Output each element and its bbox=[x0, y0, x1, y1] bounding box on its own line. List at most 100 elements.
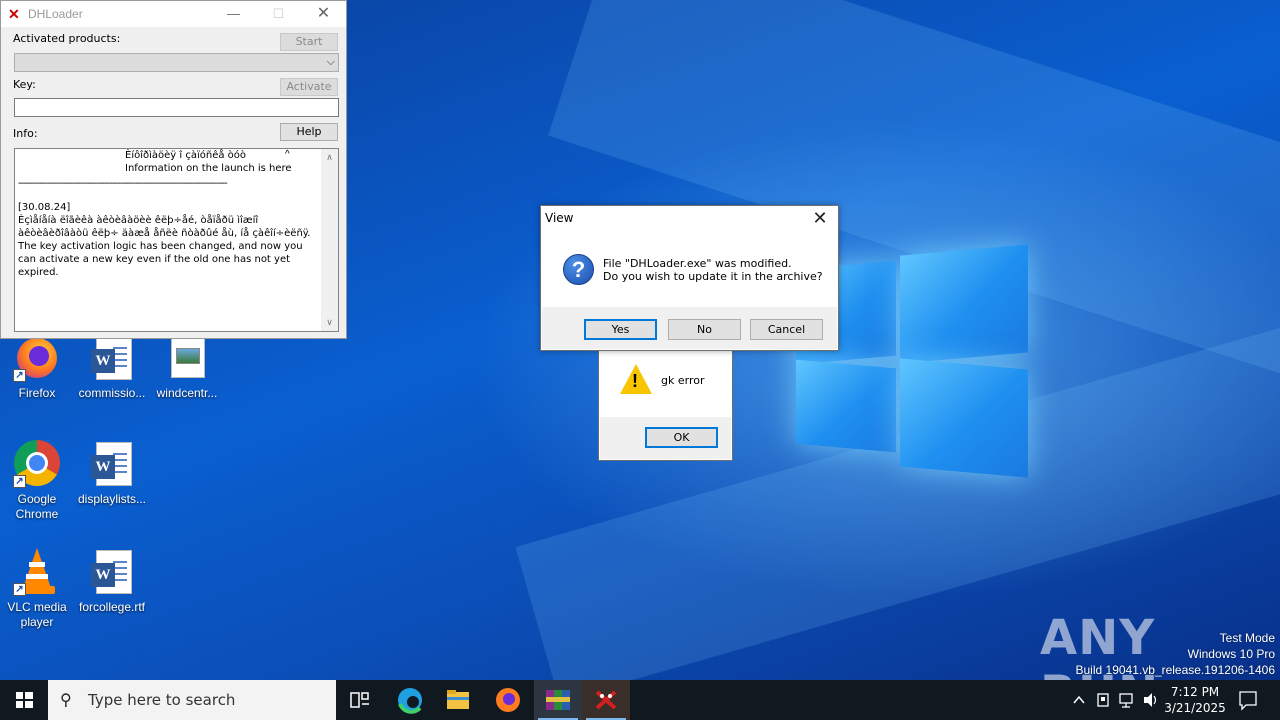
start-button[interactable]: Start bbox=[280, 33, 338, 51]
taskbar-winrar[interactable] bbox=[534, 680, 582, 720]
task-view-button[interactable] bbox=[336, 680, 384, 720]
dialog-footer: Yes No Cancel bbox=[542, 307, 837, 349]
minimize-icon[interactable]: — bbox=[211, 1, 256, 27]
firefox-icon bbox=[496, 688, 520, 712]
icon-label: displaylists... bbox=[77, 492, 147, 506]
folder-icon bbox=[447, 690, 469, 709]
gk-error-message: gk error bbox=[661, 374, 705, 387]
tray-volume-icon[interactable] bbox=[1142, 680, 1160, 720]
activated-products-label: Activated products: bbox=[13, 32, 121, 45]
clock-time: 7:12 PM bbox=[1170, 685, 1220, 699]
divider: ----------------------------------------… bbox=[18, 178, 228, 189]
windows-start-icon bbox=[16, 692, 33, 708]
edge-icon bbox=[398, 688, 422, 714]
caret-up-icon: ^ bbox=[285, 149, 290, 160]
scroll-down-icon[interactable]: ∨ bbox=[321, 314, 338, 331]
icon-label: commissio... bbox=[78, 386, 146, 400]
icon-label: Firefox bbox=[18, 386, 56, 400]
tray-network-icon[interactable] bbox=[1118, 680, 1136, 720]
question-icon: ? bbox=[563, 254, 594, 285]
taskbar-firefox[interactable] bbox=[484, 680, 532, 720]
icon-label: windcentr... bbox=[156, 386, 218, 400]
dialog-footer: OK bbox=[600, 417, 731, 459]
usb-device-icon bbox=[1097, 693, 1109, 707]
icon-label: VLC media player bbox=[7, 600, 67, 629]
close-icon[interactable]: ✕ bbox=[301, 1, 346, 27]
info-scrollbar[interactable]: ∧ ∨ bbox=[321, 149, 338, 331]
taskbar-search-box[interactable]: ⚲ Type here to search bbox=[48, 680, 336, 720]
watermark-line: Test Mode bbox=[1219, 631, 1275, 645]
start-button[interactable] bbox=[0, 680, 48, 720]
taskbar-dhloader[interactable] bbox=[582, 680, 630, 720]
ok-button[interactable]: OK bbox=[645, 427, 718, 448]
message-line: File "DHLoader.exe" was modified. bbox=[603, 257, 792, 270]
yes-button[interactable]: Yes bbox=[584, 319, 657, 340]
dhloader-window: ✕ DHLoader — ☐ ✕ Activated products: Sta… bbox=[0, 0, 347, 339]
search-placeholder: Type here to search bbox=[88, 691, 236, 709]
key-input[interactable] bbox=[14, 98, 339, 117]
info-textbox[interactable]: Èíôîðìàöèÿ î çàïóñêå òóò Information on … bbox=[14, 148, 339, 332]
help-button[interactable]: Help bbox=[280, 123, 338, 141]
desktop-icon-forcollege[interactable]: W forcollege.rtf bbox=[75, 548, 149, 615]
info-label: Info: bbox=[13, 127, 38, 140]
desktop-icon-google-chrome[interactable]: ↗ Google Chrome bbox=[0, 440, 74, 522]
chevron-up-icon bbox=[1073, 695, 1085, 704]
title-bar[interactable]: ✕ DHLoader — ☐ ✕ bbox=[1, 1, 346, 27]
info-text-ru: Èçìåíåíà ëîãèêà àêòèâàöèè êëþ÷åé, òåïåðü… bbox=[18, 215, 311, 239]
info-heading-en: Information on the launch is here bbox=[125, 163, 292, 174]
close-icon[interactable]: ✕ bbox=[806, 207, 834, 229]
watermark-line: Windows 10 Pro bbox=[1187, 647, 1275, 661]
shortcut-arrow-icon: ↗ bbox=[13, 369, 26, 382]
gk-error-dialog: ! gk error OK bbox=[598, 349, 733, 461]
key-label: Key: bbox=[13, 78, 36, 91]
message-line: Do you wish to update it in the archive? bbox=[603, 270, 823, 283]
warning-icon: ! bbox=[620, 364, 652, 394]
cancel-button[interactable]: Cancel bbox=[750, 319, 823, 340]
activate-button[interactable]: Activate bbox=[280, 78, 338, 96]
task-view-icon bbox=[350, 692, 369, 708]
action-center-button[interactable] bbox=[1236, 680, 1260, 720]
taskbar-edge[interactable] bbox=[386, 680, 434, 720]
window-title: DHLoader bbox=[28, 7, 83, 21]
maximize-icon: ☐ bbox=[272, 6, 285, 21]
image-file-icon bbox=[163, 334, 211, 382]
info-text-en: The key activation logic has been change… bbox=[18, 241, 303, 278]
dhloader-app-icon: ✕ bbox=[8, 6, 20, 22]
activated-products-dropdown[interactable]: ⌵ bbox=[14, 53, 339, 72]
desktop: ↗ Firefox W commissio... windcentr... ↗ … bbox=[0, 0, 1280, 680]
desktop-icon-vlc[interactable]: ↗ VLC media player bbox=[0, 548, 74, 630]
desktop-icon-firefox[interactable]: ↗ Firefox bbox=[0, 334, 74, 401]
icon-label: Google Chrome bbox=[15, 492, 59, 521]
firefox-icon: ↗ bbox=[13, 334, 61, 382]
clock-date: 3/21/2025 bbox=[1164, 701, 1226, 715]
notification-icon bbox=[1239, 691, 1257, 711]
dialog-message: File "DHLoader.exe" was modified. Do you… bbox=[603, 257, 823, 283]
speaker-icon bbox=[1144, 693, 1157, 707]
word-document-icon: W bbox=[88, 440, 136, 488]
shortcut-arrow-icon: ↗ bbox=[13, 583, 26, 596]
vlc-cone-icon: ↗ bbox=[13, 548, 61, 596]
no-button[interactable]: No bbox=[668, 319, 741, 340]
word-document-icon: W bbox=[88, 334, 136, 382]
show-hidden-icons-button[interactable] bbox=[1070, 680, 1088, 720]
chevron-down-icon: ⌵ bbox=[326, 56, 335, 68]
dhloader-app-icon bbox=[595, 690, 617, 710]
winrar-icon bbox=[546, 690, 570, 710]
desktop-icon-commissio[interactable]: W commissio... bbox=[75, 334, 149, 401]
chrome-icon: ↗ bbox=[13, 440, 61, 488]
taskbar-clock[interactable]: 7:12 PM 3/21/2025 bbox=[1160, 684, 1230, 716]
desktop-icon-displaylists[interactable]: W displaylists... bbox=[75, 440, 149, 507]
info-date: [30.08.24] bbox=[18, 202, 71, 213]
desktop-icon-windcentr[interactable]: windcentr... bbox=[150, 334, 224, 401]
scroll-up-icon[interactable]: ∧ bbox=[321, 149, 338, 166]
taskbar-file-explorer[interactable] bbox=[434, 680, 482, 720]
view-dialog: View ✕ ? File "DHLoader.exe" was modifie… bbox=[540, 205, 839, 351]
shortcut-arrow-icon: ↗ bbox=[13, 475, 26, 488]
taskbar: ⚲ Type here to search 7:12 PM 3/21/2025 bbox=[0, 680, 1280, 720]
tray-device-icon[interactable] bbox=[1094, 680, 1112, 720]
network-icon bbox=[1119, 693, 1133, 708]
watermark-line: Build 19041.vb_release.191206-1406 bbox=[1075, 663, 1276, 677]
test-mode-watermark: Test Mode Windows 10 Pro Build 19041.vb_… bbox=[1076, 630, 1276, 678]
search-icon: ⚲ bbox=[60, 692, 72, 709]
info-heading-ru: Èíôîðìàöèÿ î çàïóñêå òóò bbox=[125, 150, 247, 161]
